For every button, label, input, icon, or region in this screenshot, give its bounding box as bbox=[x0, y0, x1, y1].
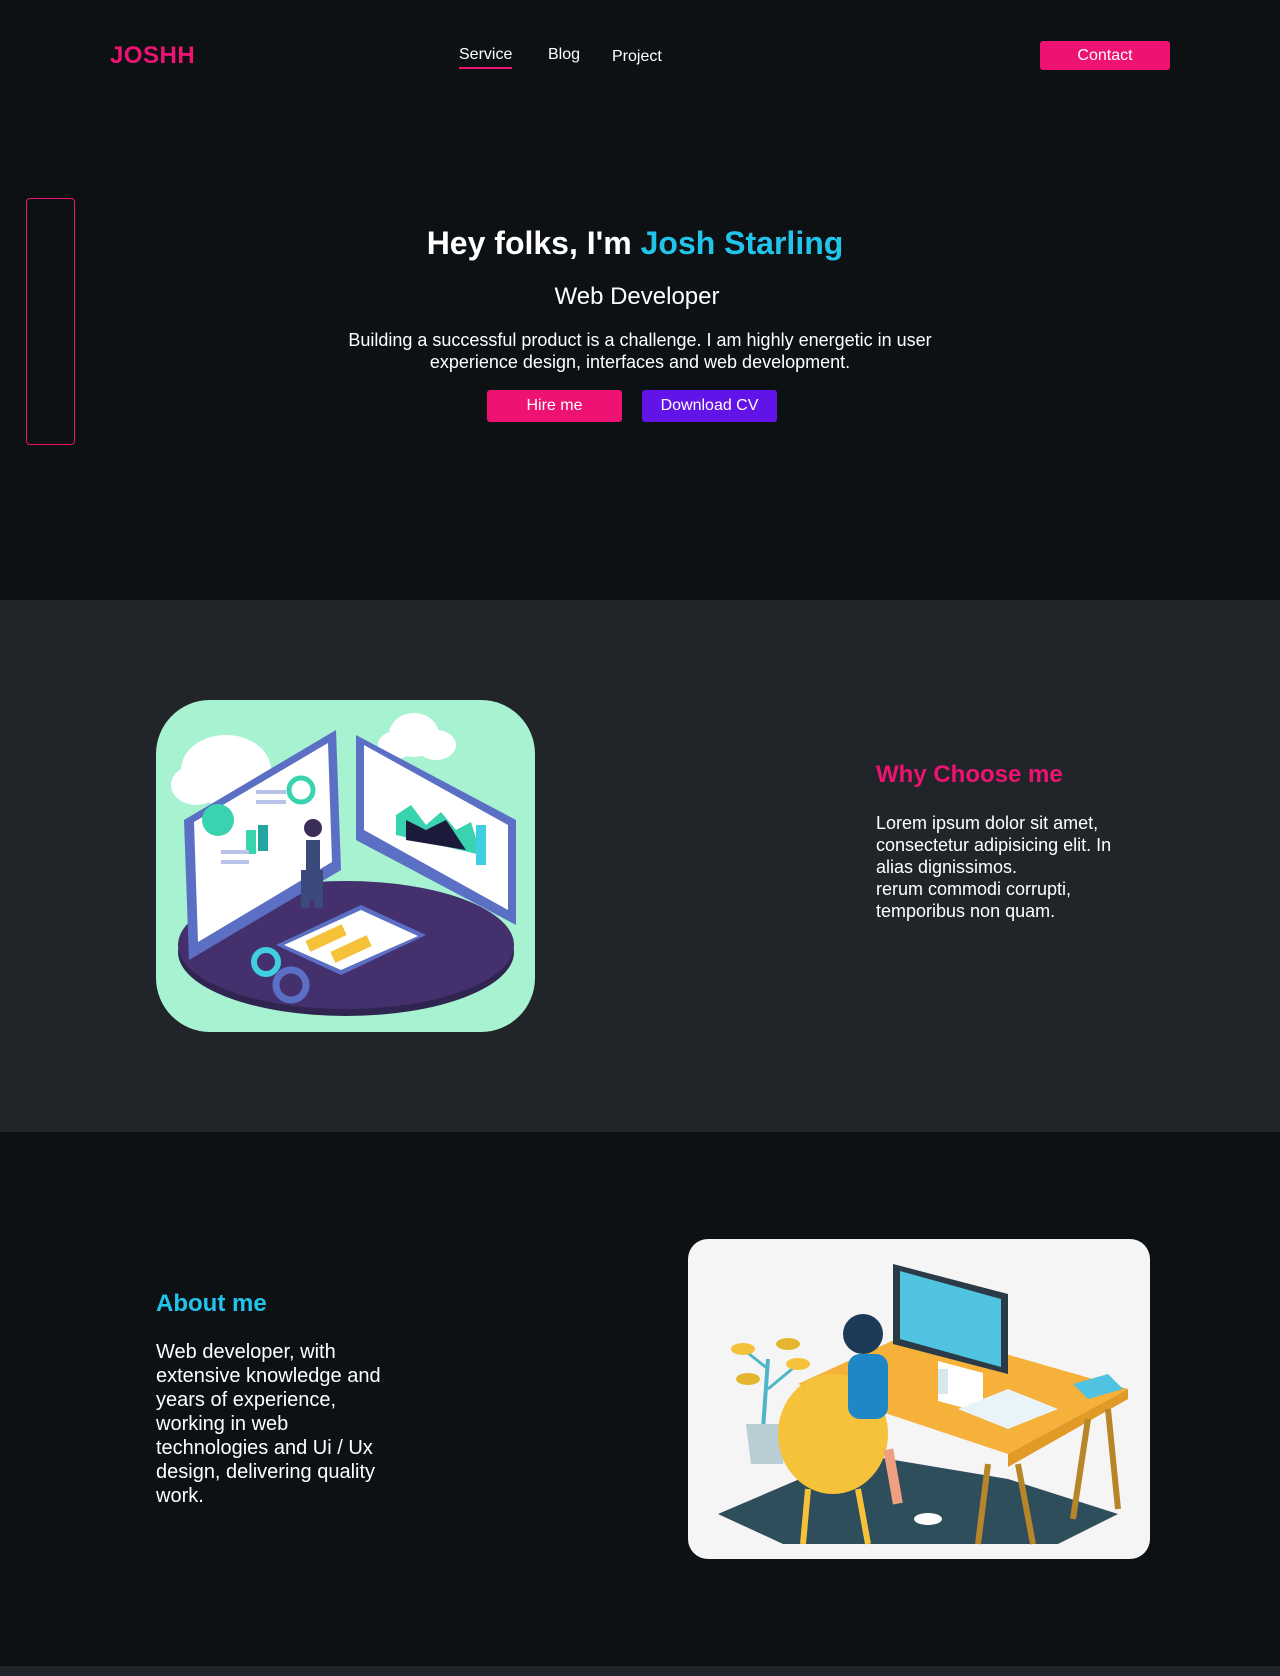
why-choose-text: Lorem ipsum dolor sit amet, consectetur … bbox=[876, 812, 1146, 922]
about-section: About me Web developer, with extensive k… bbox=[0, 1132, 1280, 1666]
why-text-line2: rerum commodi corrupti, temporibus non q… bbox=[876, 879, 1072, 921]
about-title: About me bbox=[156, 1290, 267, 1317]
developer-illustration-svg bbox=[718, 1264, 1128, 1545]
hire-me-button[interactable]: Hire me bbox=[487, 390, 622, 422]
hero-role: Web Developer bbox=[554, 283, 720, 310]
footer-strip bbox=[0, 1666, 1280, 1676]
why-choose-section: Why Choose me Lorem ipsum dolor sit amet… bbox=[0, 600, 1280, 1132]
download-cv-button[interactable]: Download CV bbox=[642, 390, 777, 422]
analytics-illustration-svg bbox=[171, 713, 516, 1016]
contact-button[interactable]: Contact bbox=[1040, 41, 1170, 70]
why-text-line1: Lorem ipsum dolor sit amet, consectetur … bbox=[876, 813, 1112, 877]
hero-title: Hey folks, I'm Josh Starling bbox=[0, 225, 1270, 262]
nav-item-blog[interactable]: Blog bbox=[548, 46, 580, 64]
hero-name: Josh Starling bbox=[640, 225, 844, 261]
hero-description: Building a successful product is a chall… bbox=[348, 330, 932, 372]
why-choose-title: Why Choose me bbox=[876, 761, 1063, 788]
site-header: JOSHH Service Blog Project Contact bbox=[0, 0, 1280, 110]
analytics-dashboard-illustration bbox=[156, 700, 535, 1032]
site-logo[interactable]: JOSHH bbox=[110, 42, 195, 70]
about-text: Web developer, with extensive knowledge … bbox=[156, 1341, 381, 1507]
developer-at-desk-illustration bbox=[688, 1239, 1150, 1559]
nav-item-project[interactable]: Project bbox=[612, 48, 662, 66]
hero-greeting: Hey folks, I'm bbox=[426, 225, 641, 261]
nav-item-service[interactable]: Service bbox=[459, 46, 513, 69]
hero-section: Hey folks, I'm Josh Starling Web Develop… bbox=[0, 110, 1280, 600]
